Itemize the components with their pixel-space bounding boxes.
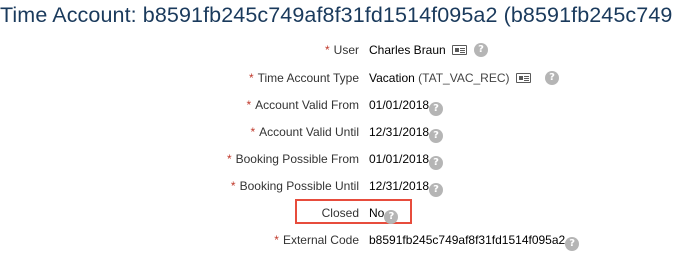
field-label-account-valid-until: * Account Valid Until [251,122,360,142]
user-name: Charles Braun [369,43,446,57]
field-label-text: External Code [282,233,359,247]
field-row-time-account-type: * Time Account Type Vacation (TAT_VAC_REC… [0,68,679,88]
help-circle-icon[interactable]: ? [384,210,399,224]
field-label-closed: Closed [322,203,359,223]
closed-value: No [369,206,385,220]
date-value: 12/31/2018 [369,125,430,139]
required-marker: * [246,98,252,112]
help-circle-icon[interactable]: ? [565,237,580,251]
field-label-booking-possible-until: * Booking Possible Until [231,176,359,196]
date-value: 12/31/2018 [369,179,430,193]
field-row-external-code: * External Code b8591fb245c749af8f31fd151… [0,230,679,251]
id-card-icon[interactable] [515,73,531,83]
help-circle-icon[interactable]: ? [545,71,559,85]
id-card-icon[interactable] [451,45,467,55]
required-marker: * [230,179,236,193]
help-circle-icon[interactable]: ? [474,43,488,57]
field-label-user: * User [325,40,359,60]
field-row-account-valid-until: * Account Valid Until 12/31/2018? [0,122,679,143]
field-row-booking-possible-from: * Booking Possible From 01/01/2018? [0,149,679,170]
field-value-external-code: b8591fb245c749af8f31fd1514f095a2? [369,230,580,251]
date-value: 01/01/2018 [369,152,430,166]
external-code-value: b8591fb245c749af8f31fd1514f095a2 [369,233,566,247]
field-value-time-account-type: Vacation (TAT_VAC_REC) [369,68,531,88]
help-circle-icon[interactable]: ? [429,183,444,197]
help-circle-icon[interactable]: ? [429,156,444,170]
field-value-account-valid-from: 01/01/2018? [369,95,444,116]
required-marker: * [250,125,256,139]
field-value-booking-possible-until: 12/31/2018? [369,176,444,197]
page-title: Time Account: b8591fb245c749af8f31fd1514… [0,3,673,27]
field-label-text: Account Valid From [255,98,359,112]
field-value-account-valid-until: 12/31/2018? [369,122,444,143]
required-marker: * [248,71,254,85]
account-type-name: Vacation [369,71,415,85]
field-label-text: Time Account Type [257,71,359,85]
field-row-user: * User Charles Braun ? [0,40,679,60]
field-label-text: Closed [321,206,359,220]
field-value-user: Charles Braun [369,40,467,60]
account-type-code: (TAT_VAC_REC) [418,71,510,85]
date-value: 01/01/2018 [369,98,430,112]
field-value-closed: No? [369,203,399,224]
field-label-time-account-type: * Time Account Type [249,68,359,88]
required-marker: * [324,43,330,57]
field-row-account-valid-from: * Account Valid From 01/01/2018? [0,95,679,116]
field-value-booking-possible-from: 01/01/2018? [369,149,444,170]
field-label-external-code: * External Code [274,230,359,250]
field-row-booking-possible-until: * Booking Possible Until 12/31/2018? [0,176,679,197]
field-label-account-valid-from: * Account Valid From [247,95,360,115]
field-label-text: User [333,43,359,57]
time-account-page: Time Account: b8591fb245c749af8f31fd1514… [0,0,679,266]
help-circle-icon[interactable]: ? [429,102,444,116]
field-label-booking-possible-from: * Booking Possible From [227,149,359,169]
required-marker: * [274,233,279,247]
field-label-text: Account Valid Until [259,125,359,139]
field-row-closed: Closed No? [0,203,679,224]
field-label-text: Booking Possible Until [239,179,359,193]
field-label-text: Booking Possible From [235,152,359,166]
required-marker: * [226,152,232,166]
help-circle-icon[interactable]: ? [429,129,444,143]
